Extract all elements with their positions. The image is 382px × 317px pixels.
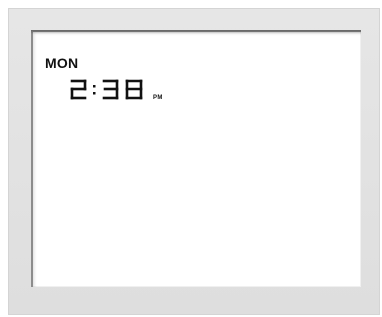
hour-digit-2 <box>70 79 87 100</box>
screen-shadow <box>31 30 361 34</box>
device-frame: MON PM <box>8 8 380 315</box>
lcd-screen: MON PM <box>31 30 361 287</box>
day-label: MON <box>45 55 79 71</box>
period-label: PM <box>153 95 163 101</box>
minute-digit-8 <box>125 79 143 100</box>
time-display <box>70 79 143 100</box>
minute-digit-3 <box>102 79 119 100</box>
colon-separator-icon <box>93 85 96 95</box>
